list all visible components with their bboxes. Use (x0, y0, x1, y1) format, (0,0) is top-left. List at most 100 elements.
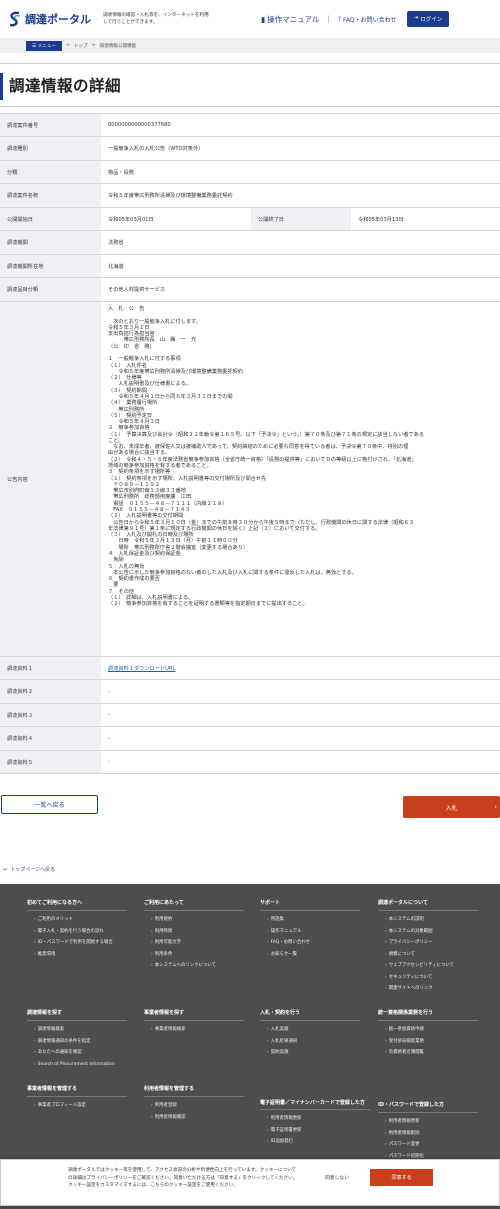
field-label: 調達案件名称 (0, 183, 101, 208)
page-title-bar: 調達情報の詳細 (0, 63, 500, 107)
site-logo[interactable]: 調達ポータル (8, 11, 96, 27)
footer-link[interactable]: 契約実施 (260, 1047, 360, 1059)
page-title: 調達情報の詳細 (9, 77, 122, 95)
footer-heading[interactable]: 事業者情報を探す (144, 1008, 244, 1021)
footer-link[interactable]: ID追加発行 (260, 1136, 370, 1148)
footer-link[interactable]: 受付部局検索業務 (378, 1036, 478, 1048)
footer-link[interactable]: 規模について (378, 949, 478, 961)
footer-link[interactable]: ご利用のメリット (27, 914, 127, 926)
footer-link[interactable]: 関連サイトへのリンク (378, 983, 478, 995)
field-label: 調達機関 (0, 230, 101, 255)
document-5: - (101, 750, 500, 774)
footer-link[interactable]: 推奨環境 (27, 949, 127, 961)
breadcrumb-top[interactable]: トップ (74, 43, 88, 49)
menu-label: メニュー (37, 43, 56, 49)
footer-link[interactable]: 利用時間 (144, 926, 244, 938)
footer-link[interactable]: セキュリティについて (378, 972, 478, 984)
footer-link[interactable]: 電子入札・契約を行う場合の流れ (27, 926, 127, 938)
breadcrumb: ☰ メニュー > トップ > 調達情報公開機能 (0, 38, 500, 53)
footer-link[interactable]: 利用者情報削除 (378, 1128, 478, 1140)
field-label: 調達資料３ (0, 703, 101, 727)
footer-heading[interactable]: 調達情報を探す (27, 1008, 127, 1021)
manual-link[interactable]: ▮ 操作マニュアル (261, 14, 319, 25)
footer-link[interactable]: 有資格者名簿閲覧 (378, 1047, 478, 1059)
cookie-accept-button[interactable]: 同意する (370, 1169, 433, 1186)
document-1-link[interactable]: 調達資料１ダウンロードURL (108, 666, 175, 672)
field-label: 調達資料２ (0, 679, 101, 704)
back-to-top-label: トップページへ戻る (10, 867, 56, 873)
footer-heading[interactable]: 事業者情報を管理する (27, 1084, 127, 1097)
footer-link[interactable]: 利用者情報確認 (144, 1112, 244, 1124)
footer-link[interactable]: 利用者情報更新 (378, 1116, 478, 1128)
question-icon: ? (337, 15, 341, 23)
footer-support: サポート 用語集 操作マニュアル FAQ・お問い合わせ お知らせ一覧 (260, 898, 360, 960)
footer-link[interactable]: 利用者登録 (144, 1100, 244, 1112)
footer-link[interactable]: 事業者プロフィール設定 (27, 1100, 127, 1112)
footer-link[interactable]: FAQ・お問い合わせ (260, 937, 360, 949)
logo-icon (9, 11, 21, 27)
footer-link[interactable]: 電子証明書更新 (260, 1125, 370, 1137)
footer-search: 調達情報を探す 調達情報検索 調達情報通知の条件を指定 あなたへの通知を確認 S… (27, 1008, 127, 1070)
footer-link[interactable]: 調達情報検索 (27, 1024, 127, 1036)
footer-link[interactable]: 利用条件 (144, 949, 244, 961)
field-label: 調達資料１ (0, 656, 101, 680)
footer-heading[interactable]: ご利用にあたって (144, 898, 244, 911)
case-number: 0000000000000377680 (101, 113, 500, 137)
footer-link[interactable]: 調達情報通知の条件を指定 (27, 1036, 127, 1048)
footer-link[interactable]: パスワード変更 (378, 1139, 478, 1151)
book-icon: ▮ (261, 14, 266, 24)
field-label: 調達資料４ (0, 726, 101, 751)
field-label: 調達機関所在地 (0, 254, 101, 278)
footer-link[interactable]: 利用規約 (144, 914, 244, 926)
footer-link[interactable]: 本システムへのリンクについて (144, 960, 244, 972)
footer-link[interactable]: 本システムの説明 (378, 914, 478, 926)
faq-link[interactable]: ? FAQ・お問い合わせ (338, 15, 397, 24)
footer-link[interactable]: 操作マニュアル (260, 926, 360, 938)
footer-link[interactable]: 入札実施 (260, 1024, 360, 1036)
breadcrumb-separator: > (91, 43, 96, 48)
footer-link[interactable]: ID・パスワードで利用を開始する場合 (27, 937, 127, 949)
footer-link[interactable]: 入札結果通知 (260, 1036, 360, 1048)
field-label: 調達資料５ (0, 750, 101, 774)
footer-heading[interactable]: サポート (260, 898, 360, 911)
footer-link[interactable]: 統一参加資格申請 (378, 1024, 478, 1036)
field-label: 分類 (0, 160, 101, 184)
footer-heading[interactable]: 統一資格関係業務を行う (378, 1008, 478, 1021)
back-to-list-button[interactable]: 一覧へ戻る (1, 795, 98, 814)
return-icon: ↩ (3, 866, 8, 873)
footer-heading[interactable]: 初めてご利用になる方へ (27, 898, 127, 911)
cookie-accept-label: 同意する (391, 1175, 412, 1181)
footer-mynumber: 電子証明書／マイナンバーカードで登録した方 利用者情報更新 電子証明書更新 ID… (260, 1100, 370, 1148)
footer-link[interactable]: 本システムの対象範囲 (378, 926, 478, 938)
menu-button[interactable]: ☰ メニュー (26, 40, 62, 51)
document-4: - (101, 726, 500, 751)
login-button[interactable]: ⇥ ログイン (406, 11, 450, 27)
footer-heading[interactable]: 調達ポータルについて (378, 898, 478, 911)
field-label: 調達種別 (0, 136, 101, 161)
footer-heading[interactable]: 利用者情報を管理する (144, 1084, 244, 1097)
footer-link[interactable]: お知らせ一覧 (260, 949, 360, 961)
site-header: 調達ポータル 調達情報の確認・入札等を、インターネットを利用して行うことができま… (0, 0, 500, 38)
document-2: - (101, 679, 500, 704)
login-icon: ⇥ (413, 15, 419, 21)
document-3: - (101, 703, 500, 727)
footer-link[interactable]: ウェブアクセシビリティについて (378, 960, 478, 972)
item-category: その他人材提供サービス (101, 277, 500, 302)
footer-link[interactable]: あなたへの通知を確認 (27, 1047, 127, 1059)
manual-label: 操作マニュアル (267, 14, 320, 24)
bid-button[interactable]: 入札 › (403, 796, 500, 818)
footer-vendor-manage: 事業者情報を管理する 事業者プロフィール設定 (27, 1084, 127, 1112)
footer-link[interactable]: 利用者情報更新 (260, 1113, 370, 1125)
footer-link[interactable]: 事業者情報検索 (144, 1024, 244, 1036)
notice-content: 入 札 公 告 次のとおり一般競争入札に付します。 令和５年３月１日 支出負担行… (108, 306, 425, 608)
publish-end: 令和05年03月13日 (351, 207, 500, 231)
cookie-banner: 調達ポータルではクッキー等を使用して、アクセス状況の分析や利便性向上を行っていま… (0, 1159, 500, 1206)
footer-link[interactable]: プライバシーポリシー (378, 937, 478, 949)
back-to-top-link[interactable]: ↩ トップページへ戻る (3, 866, 56, 874)
footer-heading[interactable]: 入札・契約を行う (260, 1008, 360, 1021)
footer-link[interactable]: 用語集 (260, 914, 360, 926)
footer-link[interactable]: 利用可能文字 (144, 937, 244, 949)
footer-link[interactable]: Search of Procurement Information (27, 1059, 127, 1071)
footer-unified: 統一資格関係業務を行う 統一参加資格申請 受付部局検索業務 有資格者名簿閲覧 (378, 1008, 478, 1059)
cookie-deny-button[interactable]: 同意しない (325, 1174, 349, 1181)
